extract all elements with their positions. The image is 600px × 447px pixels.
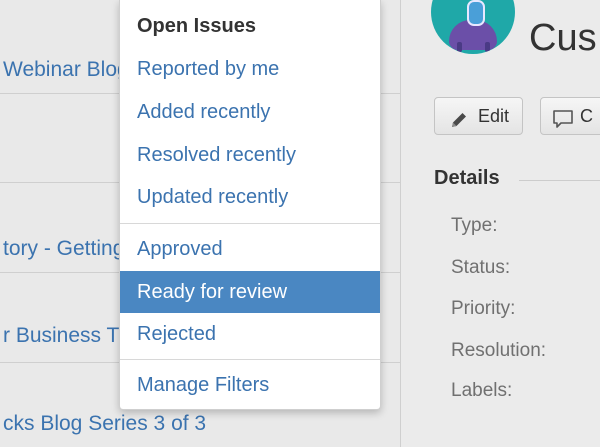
field-label-priority: Priority:: [451, 298, 516, 319]
menu-separator: [120, 359, 380, 360]
issue-detail-panel: Cus Edit C Details Type: Status: Priorit…: [401, 0, 600, 447]
issue-title[interactable]: Webinar Blog: [3, 58, 129, 82]
issue-title[interactable]: tory - Getting: [3, 237, 124, 261]
edit-button[interactable]: Edit: [434, 97, 523, 135]
comment-icon: [552, 106, 574, 134]
menu-item-reported-by-me[interactable]: Reported by me: [120, 48, 380, 90]
menu-item-resolved-recently[interactable]: Resolved recently: [120, 134, 380, 176]
edit-button-label: Edit: [478, 106, 510, 126]
pencil-icon: [449, 106, 469, 134]
menu-item-approved[interactable]: Approved: [120, 228, 380, 270]
issue-title[interactable]: r Business T: [3, 324, 119, 348]
avatar-eye: [467, 0, 485, 26]
menu-item-manage-filters[interactable]: Manage Filters: [120, 364, 380, 406]
project-avatar-icon: [431, 0, 515, 54]
filter-dropdown-menu: Open Issues Reported by me Added recentl…: [119, 0, 381, 410]
menu-item-rejected[interactable]: Rejected: [120, 313, 380, 355]
field-label-status: Status:: [451, 257, 511, 278]
menu-item-ready-for-review[interactable]: Ready for review: [120, 271, 380, 313]
field-label-type: Type:: [451, 215, 498, 236]
field-label-labels: Labels:: [451, 380, 513, 401]
comment-button[interactable]: C: [540, 97, 600, 135]
details-heading: Details: [434, 167, 500, 189]
menu-item-added-recently[interactable]: Added recently: [120, 91, 380, 133]
menu-item-updated-recently[interactable]: Updated recently: [120, 176, 380, 218]
project-title: Cus: [529, 17, 597, 59]
field-label-resolution: Resolution:: [451, 340, 547, 361]
menu-separator: [120, 223, 380, 224]
avatar-leg: [485, 42, 490, 52]
issue-title[interactable]: cks Blog Series 3 of 3: [3, 412, 206, 436]
divider: [519, 180, 600, 181]
menu-header-open-issues: Open Issues: [137, 15, 256, 37]
avatar-leg: [457, 42, 462, 52]
comment-button-label: C: [580, 106, 593, 126]
